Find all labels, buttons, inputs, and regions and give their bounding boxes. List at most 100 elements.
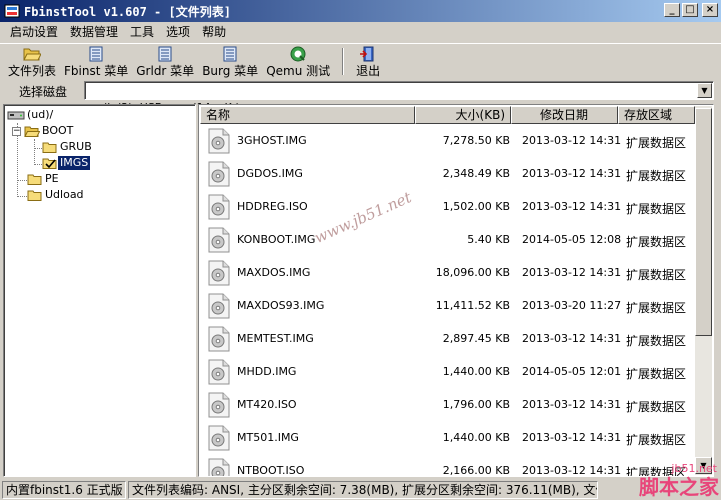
file-date: 2014-05-05 12:08 <box>522 233 622 246</box>
menu-tools[interactable]: 工具 <box>124 22 160 42</box>
column-header-name[interactable]: 名称 <box>200 106 415 124</box>
window-title: FbinstTool v1.607 - [文件列表] <box>24 4 231 19</box>
table-row[interactable]: MHDD.IMG 1,440.00 KB 2014-05-05 12:01 扩展数据区 <box>200 355 694 388</box>
tree-connector <box>17 196 27 197</box>
column-header-area[interactable]: 存放区域 <box>618 106 695 124</box>
file-size: 7,278.50 KB <box>442 134 510 147</box>
tree-node-label: PE <box>45 172 59 185</box>
table-row[interactable]: MT501.IMG 1,440.00 KB 2013-03-12 14:31 扩展数据… <box>200 421 694 454</box>
file-area: 扩展数据区 <box>626 136 687 150</box>
file-date: 2013-03-12 14:31 <box>522 464 622 477</box>
disk-image-file-icon <box>208 161 230 187</box>
file-date: 2014-05-05 12:01 <box>522 365 622 378</box>
file-area: 扩展数据区 <box>626 301 687 315</box>
menu-boot-settings[interactable]: 启动设置 <box>4 22 64 42</box>
maximize-icon[interactable]: □ <box>682 3 698 17</box>
file-list: 名称 大小(KB) 修改日期 存放区域 3GHOST.IMG 7,278.50 K… <box>198 104 714 477</box>
tree-connector <box>34 139 35 165</box>
table-row[interactable]: MEMTEST.IMG 2,897.45 KB 2013-03-12 14:31 扩展… <box>200 322 694 355</box>
chevron-down-icon[interactable]: ▼ <box>697 83 712 98</box>
menu-options[interactable]: 选项 <box>160 22 196 42</box>
file-size: 1,796.00 KB <box>442 398 510 411</box>
list-header: 名称 大小(KB) 修改日期 存放区域 <box>200 106 695 124</box>
tree-node-udload[interactable]: Udload <box>27 187 86 203</box>
tree-node-label: IMGS <box>56 155 92 171</box>
qemu-icon <box>290 46 306 62</box>
folder-icon <box>27 190 42 201</box>
disk-selector-row: 选择磁盘 (hd2): USB_ (14g, K:) ▼ <box>0 79 721 114</box>
file-date: 2013-03-12 14:31 <box>522 332 622 345</box>
collapse-icon[interactable]: − <box>12 126 21 136</box>
file-area: 扩展数据区 <box>626 202 687 216</box>
status-info: 文件列表编码: ANSI, 主分区剩余空间: 7.38(MB), 扩展分区剩余空… <box>128 480 598 499</box>
folder-icon <box>42 142 57 153</box>
disk-image-file-icon <box>208 293 230 319</box>
file-size: 18,096.00 KB <box>435 266 510 279</box>
file-size: 2,166.00 KB <box>442 464 510 477</box>
table-row[interactable]: DGDOS.IMG 2,348.49 KB 2013-03-12 14:31 扩展数据… <box>200 157 694 190</box>
table-row[interactable]: MAXDOS93.IMG 11,411.52 KB 2013-03-20 11:27… <box>200 289 694 322</box>
disk-select[interactable]: (hd2): USB_ (14g, K:) ▼ <box>84 81 714 114</box>
disk-image-file-icon <box>208 458 230 476</box>
table-row[interactable]: MAXDOS.IMG 18,096.00 KB 2013-03-12 14:31 扩展… <box>200 256 694 289</box>
file-name: MEMTEST.IMG <box>237 332 314 345</box>
file-area: 扩展数据区 <box>626 169 687 183</box>
exit-button[interactable]: 退出 <box>352 44 384 79</box>
vertical-scrollbar[interactable]: ▲ ▼ <box>695 106 712 475</box>
qemu-test-button[interactable]: Qemu 测试 <box>262 44 334 79</box>
file-size: 11,411.52 KB <box>435 299 510 312</box>
tree-node-boot[interactable]: − BOOT <box>12 123 75 139</box>
column-header-date[interactable]: 修改日期 <box>511 106 618 124</box>
status-version: 内置fbinst1.6 正式版 <box>2 480 126 499</box>
menu-data-management[interactable]: 数据管理 <box>64 22 124 42</box>
tree-node-pe[interactable]: PE <box>27 171 61 187</box>
table-row[interactable]: MT420.ISO 1,796.00 KB 2013-03-12 14:31 扩展数据… <box>200 388 694 421</box>
menu-bar: 启动设置 数据管理 工具 选项 帮助 <box>0 22 721 42</box>
file-name: KONBOOT.IMG <box>237 233 316 246</box>
folder-icon <box>27 174 42 185</box>
table-row[interactable]: KONBOOT.IMG 5.40 KB 2014-05-05 12:08 扩展数据区 <box>200 223 694 256</box>
file-size: 2,897.45 KB <box>442 332 510 345</box>
tree-node-label: BOOT <box>42 124 74 137</box>
disk-image-file-icon <box>208 392 230 418</box>
menu-help[interactable]: 帮助 <box>196 22 232 42</box>
menu-list-icon <box>223 46 237 62</box>
list-rows: 3GHOST.IMG 7,278.50 KB 2013-03-12 14:31 扩展数… <box>200 124 694 477</box>
table-row[interactable]: HDDREG.ISO 1,502.00 KB 2013-03-12 14:31 扩展数… <box>200 190 694 223</box>
scroll-thumb[interactable] <box>695 108 712 336</box>
disk-image-file-icon <box>208 425 230 451</box>
file-area: 扩展数据区 <box>626 334 687 348</box>
tree-root-label: (ud)/ <box>27 108 54 121</box>
column-header-size[interactable]: 大小(KB) <box>415 106 511 124</box>
table-row[interactable]: NTBOOT.ISO 2,166.00 KB 2013-03-12 14:31 扩展数… <box>200 454 694 477</box>
file-date: 2013-03-12 14:31 <box>522 134 622 147</box>
tree-node-label: Udload <box>45 188 84 201</box>
grldr-menu-button[interactable]: Grldr 菜单 <box>132 44 198 79</box>
tree-node-label: GRUB <box>60 140 92 153</box>
file-name: MT420.ISO <box>237 398 297 411</box>
fbinst-menu-button[interactable]: Fbinst 菜单 <box>60 44 132 79</box>
file-list-button[interactable]: 文件列表 <box>4 44 60 79</box>
tree-root[interactable]: (ud)/ <box>7 107 55 123</box>
file-name: NTBOOT.ISO <box>237 464 305 477</box>
scroll-down-icon[interactable]: ▼ <box>695 457 712 474</box>
file-name: DGDOS.IMG <box>237 167 303 180</box>
file-size: 5.40 KB <box>467 233 510 246</box>
file-size: 1,440.00 KB <box>442 365 510 378</box>
table-row[interactable]: 3GHOST.IMG 7,278.50 KB 2013-03-12 14:31 扩展数… <box>200 124 694 157</box>
toolbar-separator <box>342 48 345 75</box>
tree-node-grub[interactable]: GRUB <box>42 139 94 155</box>
title-bar: FbinstTool v1.607 - [文件列表] _ □ × <box>0 0 721 22</box>
tree-connector <box>34 164 42 165</box>
burg-menu-button[interactable]: Burg 菜单 <box>198 44 262 79</box>
file-name: HDDREG.ISO <box>237 200 308 213</box>
minimize-icon[interactable]: _ <box>664 3 680 17</box>
folder-checked-icon <box>42 158 57 169</box>
status-bar: 内置fbinst1.6 正式版 文件列表编码: ANSI, 主分区剩余空间: 7… <box>0 479 721 500</box>
disk-image-file-icon <box>208 194 230 220</box>
file-name: MT501.IMG <box>237 431 299 444</box>
folder-open-icon <box>23 48 41 61</box>
close-icon[interactable]: × <box>702 3 718 17</box>
drive-icon <box>7 111 25 120</box>
tree-node-imgs[interactable]: IMGS <box>42 155 92 171</box>
